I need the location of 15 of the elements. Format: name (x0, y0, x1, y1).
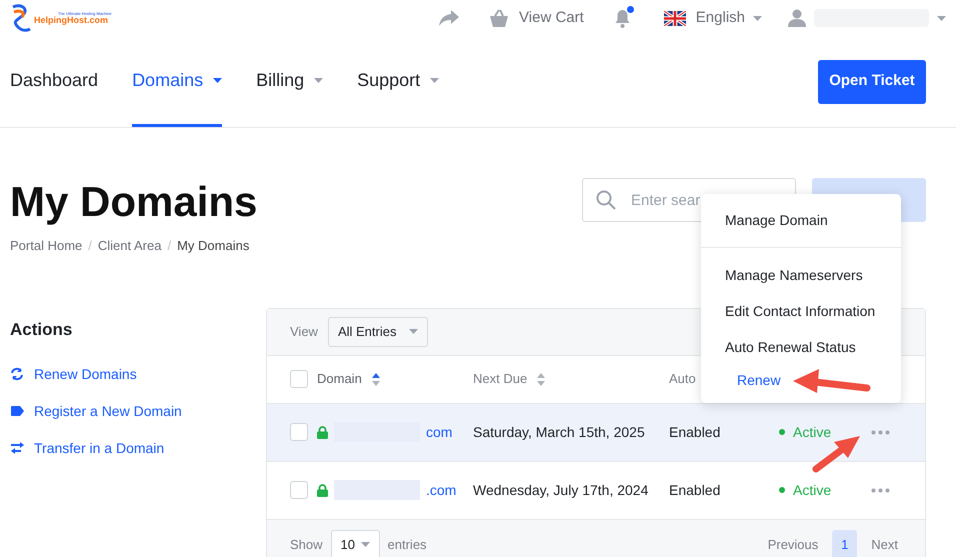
page-title: My Domains (10, 177, 258, 227)
view-label: View (290, 322, 318, 341)
due-date-cell-text: Wednesday, July 17th, 2024 (473, 480, 650, 500)
show-label: Show (290, 536, 323, 554)
breadcrumb-separator: / (167, 237, 172, 255)
status-text: Active (793, 422, 832, 442)
auto-renew-cell-text: Enabled (669, 480, 722, 500)
breadcrumb-separator: / (88, 237, 92, 255)
status-text: Active (793, 480, 832, 500)
entries-label: entries (388, 536, 427, 554)
logo-text: HelpingHost.com (34, 16, 108, 24)
due-date-cell-text: Saturday, March 15th, 2025 (473, 422, 646, 442)
auto-renew-cell-text: Enabled (669, 422, 722, 442)
actions-heading: Actions (10, 318, 74, 340)
breadcrumb-item: My Domains (177, 237, 250, 255)
